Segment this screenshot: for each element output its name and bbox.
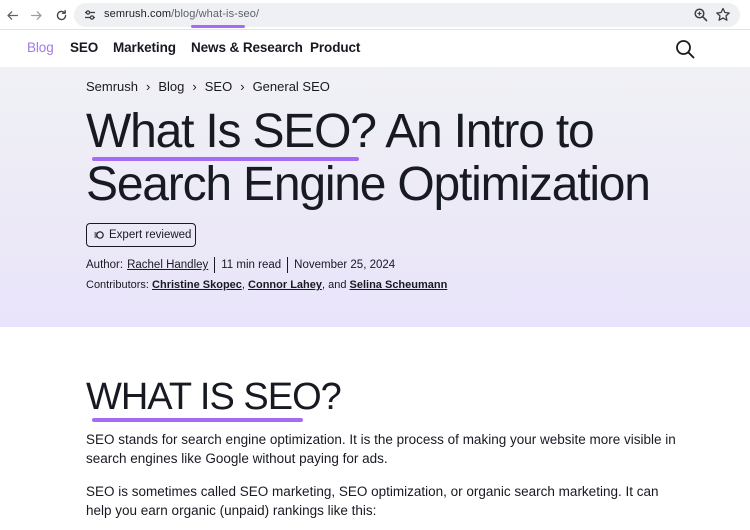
zoom-icon[interactable] [692,6,710,24]
author-label: Author: [86,259,124,271]
nav-item-seo[interactable]: SEO [70,40,98,55]
contributors-label: Contributors: [86,279,149,291]
url-highlight [191,25,245,28]
nav-item-blog[interactable]: Blog [27,40,54,55]
meta-divider [287,257,289,273]
chevron-right-icon: › [240,79,245,94]
title-line-2: Search Engine Optimization [86,158,651,211]
contributor-link[interactable]: Christine Skopec [152,279,242,291]
title-highlight [92,157,359,161]
breadcrumb-blog[interactable]: Blog [158,79,184,94]
url-path: /blog/what-is-seo/ [171,8,260,20]
reviewed-icon [94,231,104,239]
bookmark-star-icon[interactable] [714,6,732,24]
nav-item-news-research[interactable]: News & Research [191,40,303,55]
expert-reviewed-badge[interactable]: Expert reviewed [86,223,196,247]
badge-label: Expert reviewed [109,229,192,241]
browser-toolbar: semrush.com/blog/what-is-seo/ [0,0,750,30]
author-link[interactable]: Rachel Handley [127,259,208,271]
back-arrow-icon[interactable] [2,5,22,25]
chevron-right-icon: › [146,79,151,94]
article-meta: Author: Rachel Handley 11 min read Novem… [86,257,395,273]
nav-item-marketing[interactable]: Marketing [113,40,176,55]
address-bar[interactable]: semrush.com/blog/what-is-seo/ [74,3,740,28]
breadcrumb-general-seo[interactable]: General SEO [253,79,330,94]
search-icon[interactable] [675,39,695,59]
title-line-1: What Is SEO? An Intro to [86,105,595,158]
breadcrumb: Semrush › Blog › SEO › General SEO [86,79,330,94]
heading-highlight [92,418,303,422]
site-info-icon[interactable] [83,8,97,22]
nav-item-product[interactable]: Product [310,40,360,55]
article-hero: Semrush › Blog › SEO › General SEO What … [0,67,750,327]
publish-date: November 25, 2024 [294,259,396,271]
contributor-link[interactable]: Connor Lahey [248,279,322,291]
paragraph: SEO is sometimes called SEO marketing, S… [86,484,659,518]
contributor-link[interactable]: Selina Scheumann [350,279,448,291]
contributor-and: , and [321,279,347,291]
site-navigation: Blog SEO Marketing News & Research Produ… [0,31,750,67]
forward-arrow-icon[interactable] [26,5,46,25]
reload-icon[interactable] [51,5,71,25]
read-time: 11 min read [221,259,282,271]
meta-divider [214,257,216,273]
contributors: Contributors: Christine Skopec, Connor L… [86,279,447,291]
section-heading: WHAT IS SEO? [86,376,342,418]
paragraph: SEO stands for search engine optimizatio… [86,432,676,466]
url-domain: semrush.com [104,8,172,20]
breadcrumb-semrush[interactable]: Semrush [86,79,138,94]
url-text: semrush.com/blog/what-is-seo/ [104,8,259,20]
chevron-right-icon: › [192,79,197,94]
breadcrumb-seo[interactable]: SEO [205,79,232,94]
